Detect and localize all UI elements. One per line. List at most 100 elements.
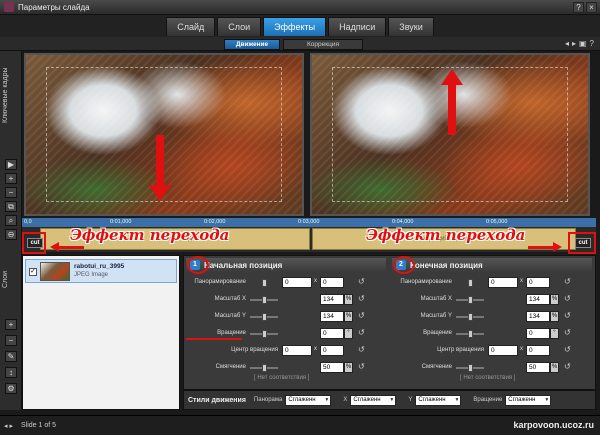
tab-slide[interactable]: Слайд <box>166 17 216 36</box>
end-smoothing-label: Смягчение <box>421 364 452 370</box>
end-pan-x-input[interactable]: 0 <box>488 277 518 288</box>
start-scalex-reset-icon[interactable]: ↺ <box>358 294 365 303</box>
start-position-panel: 1 Начальная позиция Панорамирование 0 x … <box>184 256 389 391</box>
end-center-y-input[interactable]: 0 <box>526 345 550 356</box>
close-button[interactable]: × <box>586 2 597 13</box>
layer-properties-icon[interactable]: ⚙ <box>5 383 17 394</box>
end-no-match[interactable]: [ Нет соответствия ] <box>460 375 515 381</box>
subtab-correction[interactable]: Коррекция <box>283 39 363 50</box>
start-scaley-input[interactable]: 134 <box>320 311 344 322</box>
start-no-match[interactable]: [ Нет соответствия ] <box>254 375 309 381</box>
subtab-motion[interactable]: Движение <box>224 39 280 50</box>
start-pan-x-input[interactable]: 0 <box>282 277 312 288</box>
end-position-panel: 2 Конечная позиция Панорамирование 0 x 0… <box>390 256 595 391</box>
slide-nav-arrows[interactable]: ◂ ▸ <box>4 422 13 430</box>
start-frame-outline[interactable] <box>46 67 282 202</box>
start-preview[interactable] <box>24 53 304 216</box>
end-scaley-reset-icon[interactable]: ↺ <box>564 311 571 320</box>
start-scalex-knob[interactable] <box>262 296 267 304</box>
start-center-label: Центр вращения <box>231 347 278 353</box>
end-pan-knob[interactable] <box>468 279 473 287</box>
help-button[interactable]: ? <box>573 2 584 13</box>
tab-sounds[interactable]: Звуки <box>388 17 434 36</box>
layer-edit-icon[interactable]: ✎ <box>5 351 17 362</box>
help-icon[interactable]: ? <box>590 39 594 48</box>
end-panel-header: 2 Конечная позиция <box>392 258 592 272</box>
layer-item[interactable]: ✓ rabotui_ru_3995 JPEG Image <box>25 259 177 283</box>
tick-label: 0:03,000 <box>298 219 320 225</box>
layers-label: Слои <box>2 270 9 288</box>
left-highlight-box <box>22 232 46 254</box>
end-scalex-unit: % <box>550 294 559 305</box>
zoom-out-icon[interactable]: ⊖ <box>5 229 17 240</box>
remove-layer-icon[interactable]: − <box>5 335 17 346</box>
end-smoothing-input[interactable]: 50 <box>526 362 550 373</box>
next-arrow-icon[interactable]: ▸ <box>572 39 576 48</box>
start-badge-highlight <box>187 256 209 274</box>
slide-counter: Slide 1 of 5 <box>20 422 57 429</box>
end-rotation-label: Вращение <box>423 330 452 336</box>
layout-icon[interactable]: ▣ <box>579 39 587 48</box>
end-rotation-knob[interactable] <box>468 330 473 338</box>
end-scaley-knob[interactable] <box>468 313 473 321</box>
start-scaley-knob[interactable] <box>262 313 267 321</box>
start-scaley-reset-icon[interactable]: ↺ <box>358 311 365 320</box>
end-smoothing-knob[interactable] <box>468 364 473 372</box>
motion-y-label: Y <box>408 397 413 403</box>
end-smoothing-reset-icon[interactable]: ↺ <box>564 362 571 371</box>
end-center-x-input[interactable]: 0 <box>488 345 518 356</box>
motion-y-select[interactable]: Сглаженн <box>415 394 462 406</box>
end-scalex-knob[interactable] <box>468 296 473 304</box>
start-pan-reset-icon[interactable]: ↺ <box>358 277 365 286</box>
start-scalex-label: Масштаб X <box>214 296 246 302</box>
layer-checkbox[interactable]: ✓ <box>29 268 37 276</box>
add-layer-icon[interactable]: + <box>5 319 17 330</box>
tab-captions[interactable]: Надписи <box>328 17 387 36</box>
end-scalex-reset-icon[interactable]: ↺ <box>564 294 571 303</box>
tab-effects[interactable]: Эффекты <box>263 17 327 36</box>
start-scalex-input[interactable]: 134 <box>320 294 344 305</box>
start-rotation-knob[interactable] <box>262 330 267 338</box>
zoom-icon[interactable]: ⌕ <box>5 215 17 226</box>
add-keyframe-icon[interactable]: + <box>5 173 17 184</box>
tab-layers[interactable]: Слои <box>217 17 262 36</box>
move-layer-icon[interactable]: ↕ <box>5 367 17 378</box>
start-center-reset-icon[interactable]: ↺ <box>358 345 365 354</box>
end-pan-y-input[interactable]: 0 <box>526 277 550 288</box>
end-center-reset-icon[interactable]: ↺ <box>564 345 571 354</box>
start-smoothing-input[interactable]: 50 <box>320 362 344 373</box>
start-scalex-unit: % <box>344 294 353 305</box>
start-rotation-input[interactable]: 0 <box>320 328 344 339</box>
end-preview[interactable] <box>310 53 590 216</box>
motion-x-select[interactable]: Сглаженн <box>350 394 397 406</box>
motion-rotation-select[interactable]: Сглаженн <box>505 394 552 406</box>
down-arrow-annotation <box>149 135 171 201</box>
start-pan-y-input[interactable]: 0 <box>320 277 344 288</box>
end-rotation-input[interactable]: 0 <box>526 328 550 339</box>
motion-pan-select[interactable]: Сглаженн <box>285 394 332 406</box>
start-center-x-input[interactable]: 0 <box>282 345 312 356</box>
prev-arrow-icon[interactable]: ◂ <box>565 39 569 48</box>
copy-keyframe-icon[interactable]: ⧉ <box>5 201 17 212</box>
start-pan-knob[interactable] <box>262 279 267 287</box>
start-smoothing-reset-icon[interactable]: ↺ <box>358 362 365 371</box>
start-center-y-input[interactable]: 0 <box>320 345 344 356</box>
end-scaley-input[interactable]: 134 <box>526 311 550 322</box>
end-badge-highlight <box>393 256 415 274</box>
remove-keyframe-icon[interactable]: − <box>5 187 17 198</box>
play-icon[interactable]: ▶ <box>5 159 17 170</box>
start-smoothing-knob[interactable] <box>262 364 267 372</box>
start-rotation-reset-icon[interactable]: ↺ <box>358 328 365 337</box>
end-rotation-unit: ° <box>550 328 559 339</box>
start-smoothing-unit: % <box>344 362 353 373</box>
tick-label: 0:04,000 <box>392 219 414 225</box>
right-arrow-annotation <box>528 242 562 252</box>
end-scaley-label: Масштаб Y <box>420 313 452 319</box>
end-pan-reset-icon[interactable]: ↺ <box>564 277 571 286</box>
layer-list[interactable]: ✓ rabotui_ru_3995 JPEG Image <box>22 255 180 410</box>
end-center-label: Центр вращения <box>437 347 484 353</box>
start-scaley-unit: % <box>344 311 353 322</box>
main-tabbar: Слайд Слои Эффекты Надписи Звуки <box>0 15 600 37</box>
end-rotation-reset-icon[interactable]: ↺ <box>564 328 571 337</box>
end-scalex-input[interactable]: 134 <box>526 294 550 305</box>
